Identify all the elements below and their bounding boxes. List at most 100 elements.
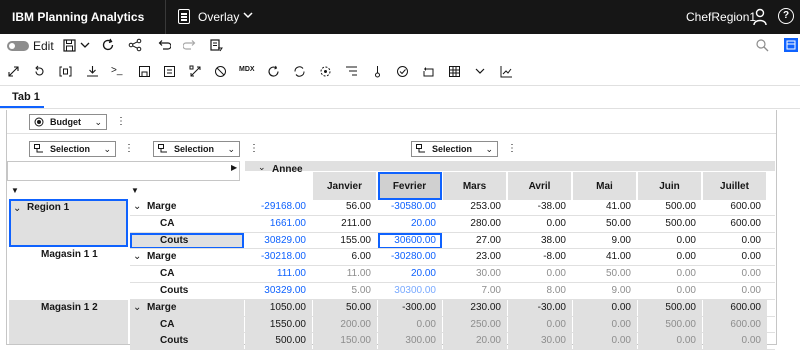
data-cell[interactable]: 155.00 xyxy=(313,233,377,250)
data-cell[interactable]: 0.00 xyxy=(573,333,637,350)
row-header-ca[interactable]: CA xyxy=(130,216,244,233)
redo-icon[interactable] xyxy=(182,38,197,55)
overflow-menu-icon[interactable]: ⋮ xyxy=(124,143,134,155)
data-cell[interactable]: -300.00 xyxy=(378,299,442,317)
data-cell[interactable]: 50.00 xyxy=(313,299,377,317)
data-cell[interactable]: 50.00 xyxy=(573,216,637,233)
download-icon[interactable] xyxy=(86,65,99,81)
row-header-magasin11[interactable]: Magasin 1 1 xyxy=(9,249,128,297)
data-cell[interactable]: -38.00 xyxy=(508,199,572,216)
data-cell[interactable]: 5.00 xyxy=(313,283,377,300)
data-cell-total[interactable]: -30218.00 xyxy=(245,249,312,266)
workbook-icon[interactable] xyxy=(178,9,190,24)
data-cell[interactable]: 0.00 xyxy=(703,266,767,283)
data-cell[interactable]: 500.00 xyxy=(638,216,702,233)
data-cell[interactable]: 0.00 xyxy=(508,266,572,283)
selection-selector-3[interactable]: Selection ⌄ xyxy=(411,141,498,157)
data-cell-total[interactable]: 500.00 xyxy=(245,333,312,350)
data-cell[interactable]: 30300.00 xyxy=(378,283,442,300)
data-cell[interactable]: 0.00 xyxy=(638,266,702,283)
column-header[interactable]: Mars xyxy=(443,172,507,200)
data-cell[interactable]: 20.00 xyxy=(378,216,442,233)
refresh-icon[interactable] xyxy=(101,38,115,55)
save-view-icon[interactable] xyxy=(138,65,151,81)
data-cell[interactable]: 6.00 xyxy=(313,249,377,266)
data-cell-total[interactable]: -29168.00 xyxy=(245,199,312,216)
tab-1[interactable]: Tab 1 xyxy=(12,91,40,103)
chevron-down-icon[interactable] xyxy=(475,65,485,80)
data-cell[interactable]: 30.00 xyxy=(508,333,572,350)
chevron-down-icon[interactable]: ⌄ xyxy=(258,162,266,173)
data-cell[interactable]: 0.00 xyxy=(573,299,637,317)
data-cell[interactable]: 30600.00 xyxy=(378,232,442,250)
chevron-down-icon[interactable] xyxy=(242,9,254,24)
data-cell[interactable]: -30.00 xyxy=(508,299,572,317)
data-cell[interactable]: 253.00 xyxy=(443,199,507,216)
data-cell-total[interactable]: 1661.00 xyxy=(245,216,312,233)
column-header[interactable]: Juin xyxy=(638,172,702,200)
data-cell[interactable]: 0.00 xyxy=(703,283,767,300)
data-cell[interactable]: 30.00 xyxy=(443,266,507,283)
clipboard-icon[interactable] xyxy=(209,38,223,55)
panel-icon[interactable] xyxy=(784,38,798,52)
data-cell[interactable]: 600.00 xyxy=(703,316,767,334)
data-cell-total[interactable]: 1050.00 xyxy=(245,299,312,317)
data-cell[interactable]: 20.00 xyxy=(443,333,507,350)
overflow-menu-icon[interactable]: ⋮ xyxy=(116,116,126,128)
row-header-couts[interactable]: Couts xyxy=(130,333,244,350)
data-cell[interactable]: 56.00 xyxy=(313,199,377,216)
chevron-down-icon[interactable]: ⌄ xyxy=(13,201,21,215)
data-cell-total[interactable]: 30829.00 xyxy=(245,233,312,250)
caret-down-icon[interactable]: ▼ xyxy=(131,186,139,195)
target-icon[interactable] xyxy=(319,65,332,81)
data-cell[interactable]: 230.00 xyxy=(443,299,507,317)
data-cell[interactable]: 0.00 xyxy=(378,316,442,334)
data-cell[interactable]: 211.00 xyxy=(313,216,377,233)
caret-down-icon[interactable]: ▼ xyxy=(11,186,19,195)
column-header[interactable]: Janvier xyxy=(313,172,377,200)
data-cell[interactable]: 41.00 xyxy=(573,249,637,266)
expand-icon[interactable] xyxy=(7,65,20,81)
data-cell[interactable]: 250.00 xyxy=(443,316,507,334)
return-icon[interactable] xyxy=(422,65,435,81)
row-header-region1[interactable]: Region 1 xyxy=(9,199,128,247)
cube-icon[interactable] xyxy=(59,65,72,81)
row-header-ca[interactable]: CA xyxy=(130,316,244,334)
data-cell[interactable]: 9.00 xyxy=(573,233,637,250)
mdx-icon[interactable]: MDX xyxy=(239,66,255,73)
sync-icon[interactable] xyxy=(293,65,306,81)
edit-toggle[interactable] xyxy=(7,41,29,51)
data-cell[interactable]: 0.00 xyxy=(638,249,702,266)
data-cell[interactable]: 280.00 xyxy=(443,216,507,233)
chart-icon[interactable] xyxy=(500,65,513,81)
swap-axes-icon[interactable] xyxy=(189,65,202,81)
zoom-icon[interactable] xyxy=(755,38,769,55)
chevron-down-icon[interactable]: ⌄ xyxy=(133,249,143,266)
data-cell[interactable]: 500.00 xyxy=(638,316,702,334)
column-header[interactable]: Juillet xyxy=(703,172,767,200)
data-cell[interactable]: 200.00 xyxy=(313,316,377,334)
selection-selector-2[interactable]: Selection ⌄ xyxy=(153,141,240,157)
data-cell[interactable]: 27.00 xyxy=(443,233,507,250)
data-cell[interactable]: -30580.00 xyxy=(378,199,442,216)
column-dimension-label[interactable]: Annee xyxy=(272,164,303,175)
data-cell[interactable]: 0.00 xyxy=(573,316,637,334)
help-icon[interactable]: ? xyxy=(778,8,794,24)
share-icon[interactable] xyxy=(128,38,142,55)
data-cell[interactable]: 0.00 xyxy=(638,233,702,250)
data-cell[interactable]: 500.00 xyxy=(638,299,702,317)
suppress-zeros-icon[interactable] xyxy=(214,65,227,81)
data-cell-total[interactable]: 111.00 xyxy=(245,266,312,283)
overflow-menu-icon[interactable]: ⋮ xyxy=(249,143,259,155)
data-cell[interactable]: 23.00 xyxy=(443,249,507,266)
row-header-marge[interactable]: Marge xyxy=(130,299,244,317)
chevron-down-icon[interactable] xyxy=(80,39,90,54)
terminal-icon[interactable]: >_ xyxy=(111,65,122,76)
row-header-ca[interactable]: CA xyxy=(130,266,244,283)
data-cell[interactable]: 0.00 xyxy=(703,249,767,266)
data-cell[interactable]: 41.00 xyxy=(573,199,637,216)
pin-icon[interactable] xyxy=(371,65,384,81)
reset-icon[interactable] xyxy=(33,65,46,81)
undo-icon[interactable] xyxy=(157,38,172,55)
column-header[interactable]: Mai xyxy=(573,172,637,200)
